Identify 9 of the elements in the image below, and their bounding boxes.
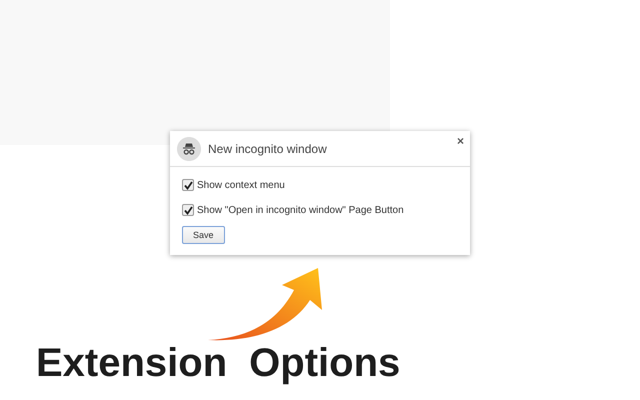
option-label: Show context menu <box>197 180 285 190</box>
option-label: Show "Open in incognito window" Page Button <box>197 204 404 216</box>
checkbox[interactable] <box>182 204 194 216</box>
checkbox[interactable] <box>182 179 194 191</box>
close-button[interactable]: × <box>456 135 464 147</box>
dialog-title: New incognito window <box>208 142 327 156</box>
caption-word: Options <box>249 343 400 383</box>
save-button[interactable]: Save <box>182 226 225 244</box>
caption-word: Extension <box>36 343 228 383</box>
